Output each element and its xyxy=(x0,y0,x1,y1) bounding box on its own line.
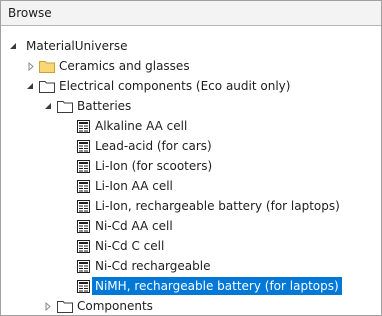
tree-leaf-record[interactable]: Ni-Cd rechargeable xyxy=(1,256,381,276)
record-icon xyxy=(75,139,91,153)
tree-leaf-record-selected[interactable]: NiMH, rechargeable battery (for laptops) xyxy=(1,276,381,296)
tree-node-ceramics[interactable]: Ceramics and glasses xyxy=(1,56,381,76)
record-icon xyxy=(75,279,91,293)
tree-leaf-label-selected[interactable]: NiMH, rechargeable battery (for laptops) xyxy=(92,277,342,295)
tree-node-materialuniverse[interactable]: MaterialUniverse xyxy=(1,36,381,56)
tree-leaf-label[interactable]: Ni-Cd rechargeable xyxy=(92,257,213,275)
collapsed-arrow-icon[interactable] xyxy=(41,296,55,315)
expanded-arrow-icon[interactable] xyxy=(6,36,20,56)
folder-icon xyxy=(39,59,55,73)
record-icon xyxy=(75,239,91,253)
tree-leaf-record[interactable]: Alkaline AA cell xyxy=(1,116,381,136)
tree-leaf-record[interactable]: Li-Ion (for scooters) xyxy=(1,156,381,176)
tree-leaf-record[interactable]: Ni-Cd C cell xyxy=(1,236,381,256)
tree-node-label[interactable]: Batteries xyxy=(74,97,134,115)
record-icon xyxy=(75,119,91,133)
tree-node-components[interactable]: Components xyxy=(1,296,381,315)
tree-leaf-label[interactable]: Alkaline AA cell xyxy=(92,117,190,135)
tree-leaf-record[interactable]: Li-Ion AA cell xyxy=(1,176,381,196)
record-icon xyxy=(75,219,91,233)
tree-node-batteries[interactable]: Batteries xyxy=(1,96,381,116)
tree-leaf-record[interactable]: Ni-Cd AA cell xyxy=(1,216,381,236)
collapsed-arrow-icon[interactable] xyxy=(24,56,38,76)
record-icon xyxy=(75,159,91,173)
tree-leaf-label[interactable]: Li-Ion (for scooters) xyxy=(92,157,215,175)
tree-leaf-label[interactable]: Ni-Cd AA cell xyxy=(92,217,176,235)
tree-leaf-label[interactable]: Li-Ion, rechargeable battery (for laptop… xyxy=(92,197,343,215)
record-icon xyxy=(75,179,91,193)
record-icon xyxy=(75,199,91,213)
tree-node-label[interactable]: MaterialUniverse xyxy=(23,37,131,55)
tree-leaf-label[interactable]: Ni-Cd C cell xyxy=(92,237,167,255)
tree-node-label[interactable]: Electrical components (Eco audit only) xyxy=(56,77,293,95)
expanded-arrow-icon[interactable] xyxy=(41,96,55,116)
expanded-arrow-icon[interactable] xyxy=(23,76,37,96)
panel-title: Browse xyxy=(1,1,381,26)
tree-leaf-record[interactable]: Li-Ion, rechargeable battery (for laptop… xyxy=(1,196,381,216)
tree-leaf-label[interactable]: Li-Ion AA cell xyxy=(92,177,176,195)
record-icon xyxy=(75,259,91,273)
tree-leaf-label[interactable]: Lead-acid (for cars) xyxy=(92,137,215,155)
browse-panel: Browse MaterialUniverse Ceramics and gla… xyxy=(0,0,382,316)
folder-open-icon xyxy=(39,79,55,93)
tree-leaf-record[interactable]: Lead-acid (for cars) xyxy=(1,136,381,156)
tree-node-label[interactable]: Components xyxy=(74,297,156,315)
tree-node-label[interactable]: Ceramics and glasses xyxy=(56,57,193,75)
folder-icon xyxy=(57,299,73,313)
tree-node-electrical[interactable]: Electrical components (Eco audit only) xyxy=(1,76,381,96)
folder-open-icon xyxy=(57,99,73,113)
